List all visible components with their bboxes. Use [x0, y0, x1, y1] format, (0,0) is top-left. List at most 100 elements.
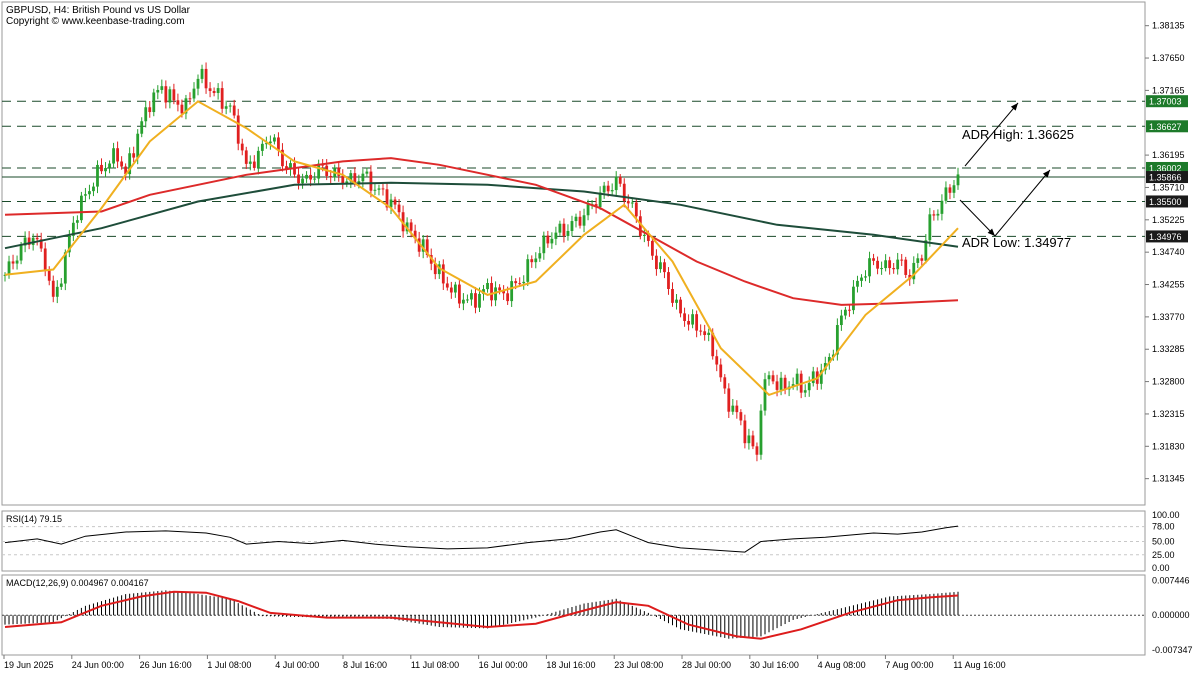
candle-body	[136, 133, 140, 158]
price-tick-label: 1.35710	[1152, 182, 1185, 192]
candle-body	[248, 161, 252, 164]
candle-body	[864, 276, 867, 278]
candle-body	[715, 356, 719, 365]
candle-body	[55, 286, 59, 297]
candle-body	[466, 299, 469, 301]
candle-body	[699, 330, 703, 332]
candle-body	[19, 245, 23, 261]
moving-averages-layer	[4, 100, 959, 397]
candle-body	[305, 174, 308, 179]
candle-body	[771, 375, 775, 382]
candle-body	[550, 238, 554, 244]
candle-body	[172, 89, 176, 101]
candle-body	[848, 309, 851, 311]
candle-body	[876, 260, 879, 269]
time-tick-label: 18 Jul 16:00	[546, 660, 595, 670]
macd-tick-label: 0.007446	[1152, 575, 1190, 585]
time-tick-label: 4 Aug 08:00	[818, 660, 866, 670]
candle-body	[297, 174, 300, 184]
price-tick-label: 1.34255	[1152, 280, 1185, 290]
candle-body	[944, 187, 948, 201]
candle-body	[152, 92, 156, 113]
candle-body	[775, 381, 779, 390]
candle-body	[148, 107, 152, 113]
candle-body	[373, 189, 377, 191]
rsi-label: RSI(14) 79.15	[6, 514, 62, 524]
candle-body	[510, 281, 514, 302]
candle-body	[880, 268, 883, 270]
candle-body	[216, 88, 220, 94]
candle-body	[530, 259, 534, 263]
ma-mid-line	[4, 157, 959, 306]
candle-body	[803, 390, 807, 393]
candle-body	[7, 261, 11, 275]
price-tick-label: 1.38135	[1152, 21, 1185, 31]
candle-body	[236, 115, 240, 144]
candle-body	[514, 281, 518, 284]
candle-body	[474, 293, 477, 308]
candle-body	[626, 201, 630, 204]
candle-body	[538, 253, 542, 259]
candle-body	[574, 216, 578, 222]
rsi-tick-label: 100.00	[1152, 510, 1180, 520]
candle-body	[228, 105, 232, 107]
price-axis: 1.38135 1.37650 1.37165 1.36195 1.35710 1.352…	[1145, 21, 1185, 484]
candle-body	[904, 259, 908, 275]
price-level-tag-label: 1.37003	[1149, 97, 1182, 107]
candle-body	[470, 293, 473, 300]
candle-body	[892, 268, 896, 270]
candle-body	[606, 185, 610, 192]
candle-body	[180, 104, 184, 114]
candle-body	[522, 281, 526, 284]
time-tick-label: 24 Jun 00:00	[72, 660, 124, 670]
candle-body	[727, 388, 731, 412]
candle-body	[691, 314, 695, 325]
time-tick-label: 23 Jul 08:00	[614, 660, 663, 670]
candle-body	[739, 412, 743, 421]
chart-window: 1.38135 1.37650 1.37165 1.36195 1.35710 1.352…	[0, 0, 1200, 675]
candle-body	[43, 248, 47, 270]
time-tick-label: 11 Aug 16:00	[953, 660, 1005, 670]
candle-body	[309, 174, 313, 180]
candle-body	[578, 216, 582, 226]
candle-body	[811, 371, 815, 384]
candle-body	[168, 89, 172, 103]
candle-body	[252, 161, 256, 168]
candle-body	[566, 230, 570, 236]
candle-body	[11, 261, 15, 264]
candle-body	[751, 435, 755, 447]
candle-body	[441, 264, 445, 284]
macd-label: MACD(12,26,9) 0.004967 0.004167	[6, 578, 149, 588]
candle-body	[844, 309, 847, 316]
candle-body	[807, 383, 811, 391]
candle-body	[313, 178, 317, 180]
candle-body	[409, 222, 413, 231]
candle-body	[232, 105, 236, 116]
candle-body	[445, 283, 449, 288]
candle-body	[365, 171, 369, 174]
candle-body	[868, 258, 871, 277]
candle-body	[546, 235, 550, 244]
time-tick-label: 28 Jul 00:00	[682, 660, 731, 670]
candle-body	[369, 171, 373, 191]
candle-body	[377, 188, 381, 190]
candle-body	[526, 259, 530, 282]
rsi-line	[4, 525, 959, 553]
candle-body	[277, 137, 280, 150]
candle-body	[570, 221, 574, 231]
candle-body	[900, 259, 904, 261]
macd-tick-label: -0.007347	[1152, 645, 1193, 655]
candle-body	[92, 186, 95, 192]
ma-slow-line	[4, 181, 959, 250]
price-level-tag-label: 1.35866	[1149, 173, 1182, 183]
candle-body	[486, 282, 489, 290]
price-tick-label: 1.31345	[1152, 474, 1185, 484]
candle-body	[88, 191, 91, 195]
candle-body	[490, 282, 493, 301]
rsi-tick-label: 50.00	[1152, 537, 1175, 547]
candle-body	[478, 293, 481, 308]
time-tick-label: 16 Jul 00:00	[479, 660, 528, 670]
candle-body	[671, 288, 674, 303]
adr-arrow-line	[994, 169, 1051, 237]
candle-body	[582, 215, 586, 226]
